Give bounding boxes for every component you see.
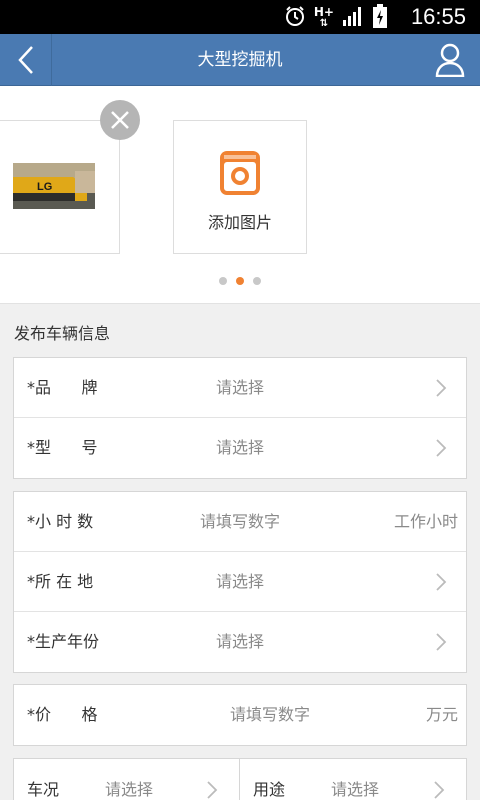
form-group-price: *价 格 请填写数字 万元 <box>13 684 467 746</box>
photo-logo-text: LG <box>37 181 52 193</box>
page-indicator <box>0 277 480 285</box>
form-group-condition-usage: 车况 请选择 用途 请选择 <box>13 758 467 800</box>
usage-field[interactable]: 用途 请选择 <box>240 759 466 800</box>
chevron-right-icon <box>207 781 218 799</box>
user-icon <box>435 43 465 77</box>
battery-charging-icon <box>372 4 388 32</box>
production-year-select[interactable]: 请选择 <box>14 612 466 672</box>
location-row[interactable]: *所 在 地 请选择 <box>14 552 466 612</box>
status-bar: H+ ⇅ 16:55 <box>0 0 480 34</box>
back-button[interactable] <box>0 34 52 86</box>
production-year-row[interactable]: *生产年份 请选择 <box>14 612 466 672</box>
back-chevron-icon <box>17 46 33 74</box>
close-icon <box>111 111 129 129</box>
app-bar: 大型挖掘机 <box>0 34 480 86</box>
add-image-label: 添加图片 <box>207 213 272 232</box>
chevron-right-icon <box>436 379 447 397</box>
condition-field[interactable]: 车况 请选择 <box>14 759 240 800</box>
chevron-right-icon <box>436 573 447 591</box>
page-dot <box>253 277 261 285</box>
form-group-details: *小 时 数 请填写数字 工作小时 *所 在 地 请选择 *生产年份 请选择 <box>13 491 467 673</box>
chevron-right-icon <box>436 439 447 457</box>
image-gallery: LG 添加图片 <box>0 86 480 304</box>
chevron-right-icon <box>436 633 447 651</box>
model-row[interactable]: *型 号 请选择 <box>14 418 466 478</box>
brand-select[interactable]: 请选择 <box>14 358 466 418</box>
section-title: 发布车辆信息 <box>14 324 111 343</box>
brand-row[interactable]: *品 牌 请选择 <box>14 358 466 418</box>
page-dot-active <box>236 277 244 285</box>
condition-label: 车况 <box>27 780 60 799</box>
page-title: 大型挖掘机 <box>197 50 283 70</box>
usage-label: 用途 <box>253 780 286 799</box>
price-row[interactable]: *价 格 请填写数字 万元 <box>14 685 466 745</box>
price-unit: 万元 <box>425 705 458 724</box>
status-time: 16:55 <box>410 4 466 29</box>
user-button[interactable] <box>430 40 470 80</box>
camera-icon <box>220 151 260 195</box>
page-dot <box>219 277 227 285</box>
chevron-right-icon <box>434 781 445 799</box>
model-select[interactable]: 请选择 <box>14 418 466 478</box>
hours-unit: 工作小时 <box>393 512 458 531</box>
hours-row[interactable]: *小 时 数 请填写数字 工作小时 <box>14 492 466 552</box>
form-group-brand-model: *品 牌 请选择 *型 号 请选择 <box>13 357 467 479</box>
excavator-photo: LG <box>13 163 95 209</box>
usage-select[interactable]: 请选择 <box>331 759 379 800</box>
price-input[interactable]: 请填写数字 <box>74 685 466 745</box>
location-select[interactable]: 请选择 <box>14 552 466 612</box>
signal-icon <box>342 6 364 30</box>
network-type-label: H+ <box>313 5 334 19</box>
condition-select[interactable]: 请选择 <box>105 759 153 800</box>
photo-card[interactable]: LG <box>0 120 120 254</box>
alarm-icon <box>284 5 306 31</box>
add-image-button[interactable]: 添加图片 <box>173 120 307 254</box>
remove-photo-button[interactable] <box>100 100 140 140</box>
network-hplus-icon: H+ ⇅ <box>313 5 334 29</box>
status-icons: H+ ⇅ <box>284 4 388 32</box>
